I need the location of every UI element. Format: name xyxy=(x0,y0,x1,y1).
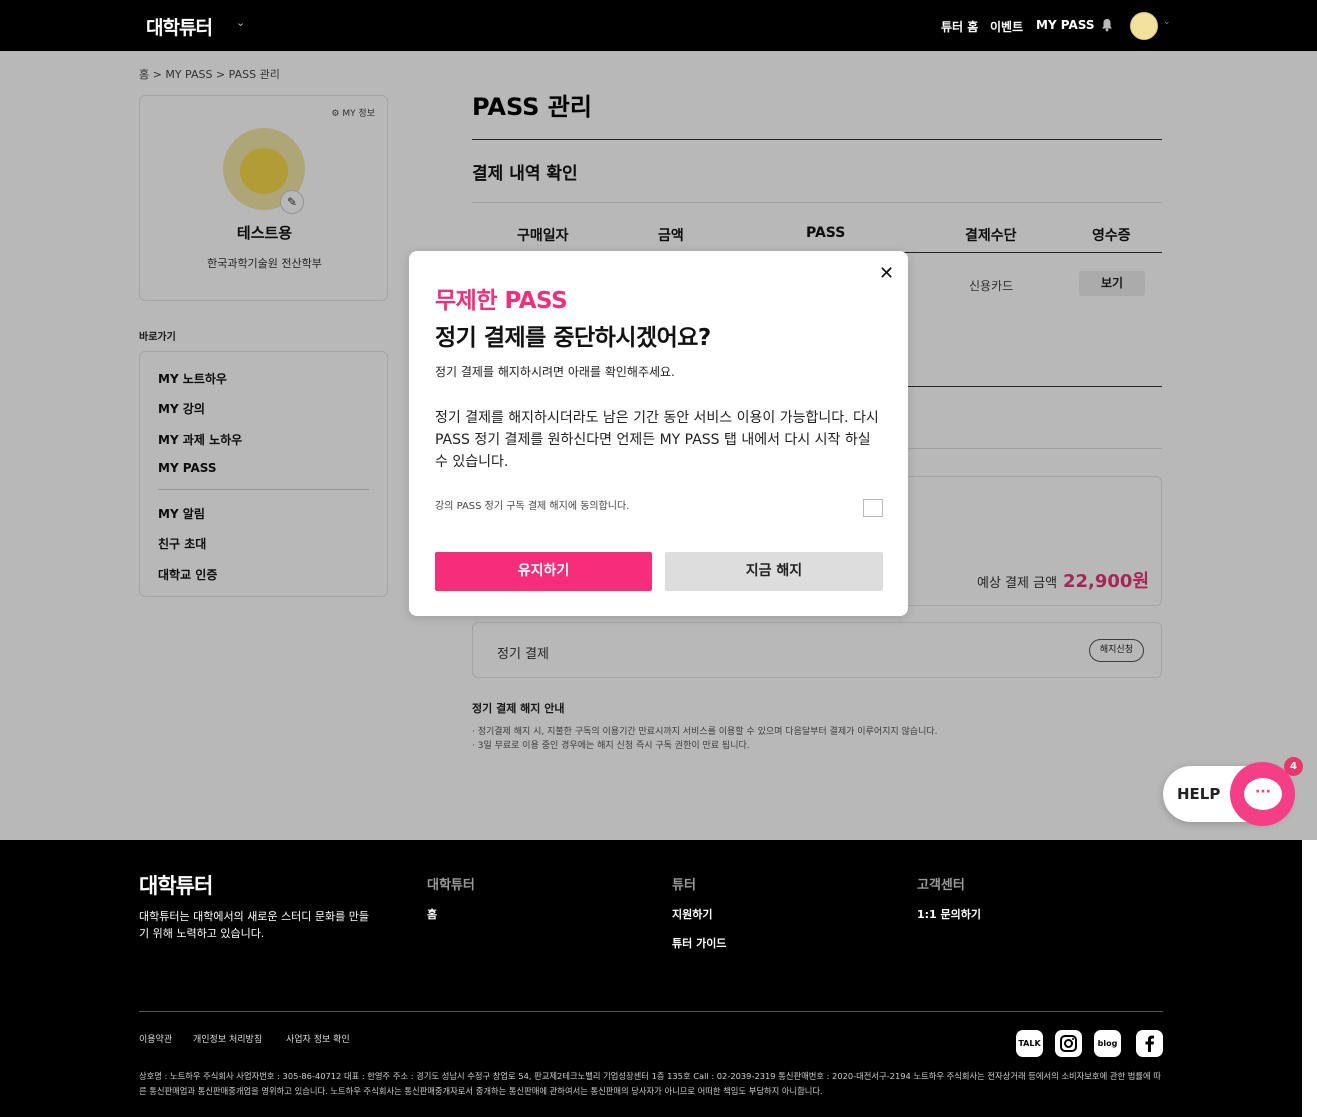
privacy-link[interactable]: 개인정보 처리방침 xyxy=(193,1032,262,1045)
footer-logo: 대학튜터 xyxy=(139,874,213,898)
agree-checkbox[interactable] xyxy=(863,499,883,517)
legal-text: 상호명 : 노트하우 주식회사 사업자번호 : 305-86-40712 대표 … xyxy=(139,1071,1161,1096)
modal-subtitle: 정기 결제를 해지하시려면 아래를 확인해주세요. xyxy=(435,365,675,379)
site-logo[interactable]: 대학튜터 xyxy=(146,13,213,40)
divider xyxy=(139,1011,1163,1012)
notification-badge: 4 xyxy=(1284,757,1303,776)
nav-my-pass[interactable]: MY PASS xyxy=(1036,18,1095,32)
modal-highlight: 무제한 PASS xyxy=(435,288,568,314)
modal-body: 정기 결제를 해지하시더라도 남은 기간 동안 서비스 이용이 가능합니다. 다… xyxy=(435,410,879,470)
chevron-down-icon[interactable]: ⌄ xyxy=(1163,17,1171,27)
user-avatar[interactable] xyxy=(1130,12,1158,40)
footer-link-inquiry[interactable]: 1:1 문의하기 xyxy=(917,906,981,922)
blog-icon[interactable]: blog xyxy=(1094,1030,1121,1057)
agree-label: 강의 PASS 정기 구독 결제 해지에 동의합니다. xyxy=(435,501,630,512)
cancel-now-button[interactable]: 지금 해지 xyxy=(665,552,883,591)
footer-description: 대학튜터는 대학에서의 새로운 스터디 문화를 만들기 위해 노력하고 있습니다… xyxy=(139,910,370,940)
chat-dots-icon: ··· xyxy=(1244,778,1282,810)
footer-link-home[interactable]: 홈 xyxy=(427,906,437,922)
kakao-talk-icon[interactable]: TALK xyxy=(1016,1030,1043,1057)
nav-event[interactable]: 이벤트 xyxy=(990,18,1023,35)
terms-link[interactable]: 이용약관 xyxy=(139,1032,172,1045)
footer-link-tutor-guide[interactable]: 튜터 가이드 xyxy=(672,935,726,951)
keep-button[interactable]: 유지하기 xyxy=(435,552,652,591)
nav-tutor-home[interactable]: 튜터 홈 xyxy=(941,18,978,35)
footer: 대학튜터 대학튜터는 대학에서의 새로운 스터디 문화를 만들기 위해 노력하고… xyxy=(0,840,1302,1117)
top-header: 대학튜터 ⌄ 튜터 홈 이벤트 MY PASS ⌄ xyxy=(0,0,1317,51)
facebook-icon[interactable] xyxy=(1136,1030,1163,1057)
help-label: HELP xyxy=(1177,785,1221,803)
modal-title: 정기 결제를 중단하시겠어요? xyxy=(435,325,711,351)
close-icon[interactable]: ✕ xyxy=(879,263,894,284)
footer-col-title: 튜터 xyxy=(672,878,696,893)
chevron-down-icon[interactable]: ⌄ xyxy=(236,16,245,29)
footer-col-title: 대학튜터 xyxy=(427,878,475,893)
edge-strip xyxy=(1302,887,1317,1117)
footer-col-title: 고객센터 xyxy=(917,878,965,893)
business-info-link[interactable]: 사업자 정보 확인 xyxy=(286,1032,350,1045)
bell-icon[interactable] xyxy=(1100,18,1114,32)
footer-link-apply[interactable]: 지원하기 xyxy=(672,906,712,922)
instagram-icon[interactable] xyxy=(1055,1030,1082,1057)
cancel-subscription-modal: ✕ 무제한 PASS 정기 결제를 중단하시겠어요? 정기 결제를 해지하시려면… xyxy=(409,251,908,616)
